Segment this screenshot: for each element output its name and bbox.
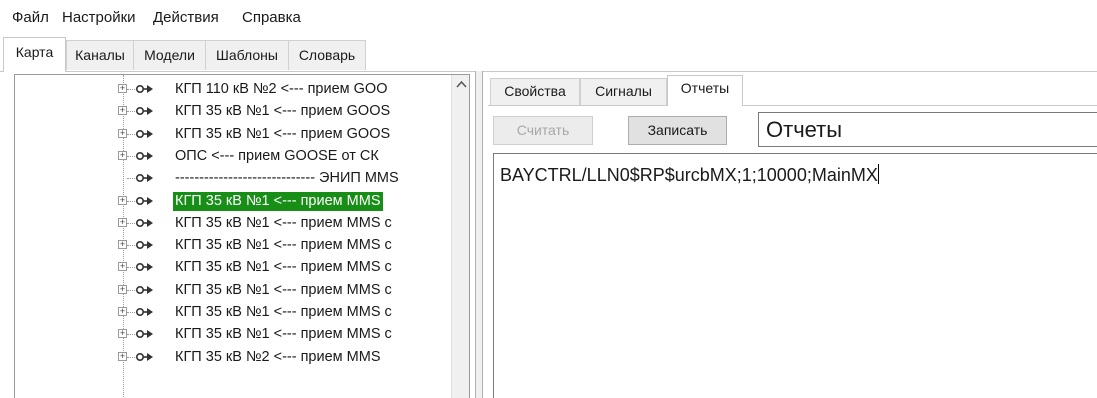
link-arrow-icon — [135, 241, 153, 250]
tree-node-label: КГП 35 кВ №1 <--- прием MMS с — [175, 326, 392, 343]
link-arrow-icon — [135, 307, 153, 317]
text-caret — [877, 164, 879, 184]
tree-node[interactable]: + КГП 35 кВ №1 <--- прием MMS с — [15, 212, 451, 234]
tree-node-label: КГП 35 кВ №1 <--- прием MMS с — [175, 259, 392, 276]
expand-icon[interactable]: + — [118, 195, 127, 205]
expand-icon[interactable]: + — [118, 307, 127, 316]
tree-connector — [127, 200, 135, 203]
tree-scrollbar[interactable] — [451, 75, 469, 398]
tree-node[interactable]: + КГП 35 кВ №1 <--- прием MMS с — [15, 256, 451, 278]
tree-node-label: ОПС <--- прием GOOSE от СК — [175, 147, 379, 164]
tree-node-label: КГП 35 кВ №1 <--- прием MMS с — [175, 304, 392, 320]
tree-connector — [127, 133, 135, 136]
tree-connector — [127, 267, 135, 269]
tree-connector — [127, 89, 135, 91]
menu-actions[interactable]: Действия — [153, 9, 219, 26]
tab-properties[interactable]: Свойства — [490, 78, 580, 105]
menu-help[interactable]: Справка — [242, 9, 301, 26]
link-arrow-icon — [135, 84, 153, 94]
tree-connector — [127, 289, 135, 292]
tree-node-label: КГП 35 кВ №1 <--- прием GOOS — [175, 125, 391, 142]
tree-node[interactable]: ----------------------------- ЭНИП MMS — [15, 167, 451, 189]
link-arrow-icon — [135, 196, 153, 205]
link-arrow-icon — [135, 263, 153, 272]
tab-map[interactable]: Карта — [3, 37, 66, 72]
tree-node[interactable]: + ОПС <--- прием GOOSE от СК — [15, 145, 451, 167]
tree-connector — [127, 222, 135, 225]
menu-bar: Файл Настройки Действия Справка — [0, 0, 1097, 36]
tab-models[interactable]: Модели — [133, 40, 206, 70]
tree-node[interactable]: + КГП 35 кВ №1 <--- прием MMS с — [15, 301, 451, 323]
menu-file[interactable]: Файл — [12, 9, 49, 26]
expand-icon[interactable]: + — [118, 284, 127, 294]
tree-connector — [127, 334, 135, 336]
link-arrow-icon — [135, 107, 153, 116]
object-tree[interactable]: + КГП 110 кВ №2 <--- прием GOO + КГП 35 кВ … — [14, 74, 470, 398]
link-arrow-icon — [135, 352, 153, 361]
expand-icon[interactable]: + — [118, 262, 127, 272]
tree-node-label: КГП 35 кВ №1 <--- прием GOOS — [175, 103, 391, 120]
tree-node-label: КГП 110 кВ №2 <--- прием GOO — [175, 81, 388, 97]
expand-icon[interactable]: + — [118, 351, 127, 361]
tree-node[interactable]: + КГП 35 кВ №1 <--- прием MMS с — [15, 279, 451, 301]
link-arrow-icon — [135, 151, 153, 160]
tree-connector — [127, 178, 135, 180]
expand-icon[interactable]: + — [118, 128, 127, 138]
reports-editor-text: BAYCTRL/LLN0$RP$urcbMX;1;10000;MainMX — [500, 165, 878, 185]
tree-node-label: КГП 35 кВ №1 <--- прием MMS с — [175, 237, 392, 254]
tree-node-label: КГП 35 кВ №1 <--- прием MMS с — [175, 281, 392, 298]
details-panel: Свойства Сигналы Отчеты Считать Записать… — [483, 71, 1097, 398]
tree-connector — [127, 245, 135, 247]
tree-node[interactable]: + КГП 35 кВ №1 <--- прием MMS с — [15, 323, 451, 345]
link-arrow-icon — [135, 174, 153, 183]
link-arrow-icon — [135, 285, 153, 294]
tree-node-label: КГП 35 кВ №2 <--- прием MMS — [175, 348, 381, 365]
expand-icon[interactable]: + — [118, 106, 127, 116]
tab-reports[interactable]: Отчеты — [667, 75, 743, 106]
expand-icon[interactable]: + — [118, 150, 127, 160]
reports-editor[interactable]: BAYCTRL/LLN0$RP$urcbMX;1;10000;MainMX — [493, 153, 1097, 398]
details-tab-strip: Свойства Сигналы Отчеты — [488, 75, 1097, 106]
tree-node[interactable]: + КГП 35 кВ №1 <--- прием MMS с — [15, 234, 451, 256]
tree-connector — [127, 312, 135, 314]
menu-settings[interactable]: Настройки — [62, 9, 136, 26]
tree-node-label-selected: КГП 35 кВ №1 <--- прием MMS — [173, 191, 383, 211]
main-tab-strip: Карта Каналы Модели Шаблоны Словарь — [0, 37, 1097, 72]
tree-connector — [127, 155, 135, 158]
tab-channels[interactable]: Каналы — [66, 40, 134, 70]
tree-node[interactable]: + КГП 35 кВ №1 <--- прием GOOS — [15, 100, 451, 122]
tree-connector — [127, 356, 135, 359]
pane-splitter[interactable] — [475, 71, 483, 398]
tab-dictionary[interactable]: Словарь — [288, 40, 366, 70]
tree-node[interactable]: + КГП 35 кВ №2 <--- прием MMS — [15, 346, 451, 368]
expand-icon[interactable]: + — [118, 217, 127, 227]
tree-node-label: КГП 35 кВ №1 <--- прием MMS с — [175, 214, 392, 231]
expand-icon[interactable]: + — [118, 240, 127, 250]
tree-connector — [127, 111, 135, 113]
expand-icon[interactable]: + — [118, 329, 127, 339]
tree-node-label: ----------------------------- ЭНИП MMS — [175, 170, 399, 187]
link-arrow-icon — [135, 330, 153, 339]
tab-templates[interactable]: Шаблоны — [205, 40, 289, 70]
reports-title-field[interactable]: Отчеты — [758, 112, 1097, 147]
link-arrow-icon — [135, 218, 153, 227]
scroll-up-arrow-icon[interactable] — [455, 79, 468, 91]
link-arrow-icon — [135, 129, 153, 138]
tree-node[interactable]: + КГП 35 кВ №1 <--- прием GOOS — [15, 123, 451, 145]
read-button[interactable]: Считать — [493, 116, 593, 145]
tree-node[interactable]: + КГП 35 кВ №1 <--- прием MMS — [15, 190, 451, 212]
write-button[interactable]: Записать — [628, 116, 727, 145]
tree-node[interactable]: + КГП 110 кВ №2 <--- прием GOO — [15, 78, 451, 100]
tab-signals[interactable]: Сигналы — [580, 78, 667, 105]
expand-icon[interactable]: + — [118, 84, 127, 93]
